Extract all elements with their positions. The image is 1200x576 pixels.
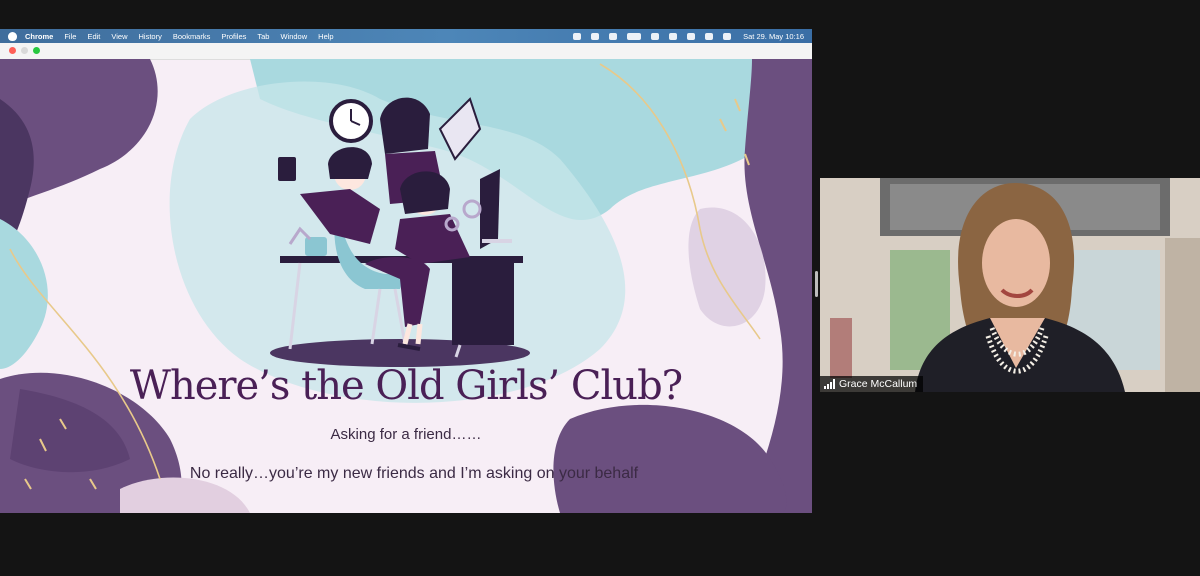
panel-resize-handle[interactable]: [815, 271, 818, 297]
participant-name: Grace McCallum: [839, 378, 918, 390]
close-window-icon[interactable]: [9, 47, 16, 54]
menu-window[interactable]: Window: [280, 32, 307, 41]
status-bird-icon[interactable]: [591, 32, 600, 40]
wifi-icon[interactable]: [651, 32, 660, 40]
menubar-clock[interactable]: Sat 29. May 10:16: [743, 32, 804, 41]
slide-background-art: [0, 59, 812, 513]
menubar-status-area: Sat 29. May 10:16: [563, 29, 804, 43]
menu-app-name[interactable]: Chrome: [25, 32, 53, 41]
menu-view[interactable]: View: [111, 32, 127, 41]
participant-video-tile[interactable]: Grace McCallum: [820, 178, 1200, 392]
presentation-slide: [0, 59, 812, 513]
menu-bookmarks[interactable]: Bookmarks: [173, 32, 211, 41]
user-icon[interactable]: [669, 32, 678, 40]
slide-title: Where’s the Old Girls’ Club?: [129, 363, 683, 409]
shared-screen: Chrome File Edit View History Bookmarks …: [0, 29, 812, 513]
menu-file[interactable]: File: [64, 32, 76, 41]
menu-help[interactable]: Help: [318, 32, 333, 41]
siri-icon[interactable]: [723, 32, 732, 40]
participant-video-feed: [820, 178, 1200, 392]
mac-menubar: Chrome File Edit View History Bookmarks …: [0, 29, 812, 43]
control-center-icon[interactable]: [705, 32, 714, 40]
battery-icon[interactable]: [627, 32, 642, 40]
menu-history[interactable]: History: [139, 32, 162, 41]
browser-titlebar: [0, 43, 812, 60]
status-app-icon[interactable]: [573, 32, 582, 40]
bluetooth-icon[interactable]: [609, 32, 618, 40]
apple-icon[interactable]: [8, 31, 17, 41]
minimize-window-icon[interactable]: [21, 47, 28, 54]
zoom-window-icon[interactable]: [33, 47, 40, 54]
search-icon[interactable]: [687, 32, 696, 40]
slide-body-text: No really…you’re my new friends and I’m …: [189, 465, 639, 482]
menu-profiles[interactable]: Profiles: [221, 32, 246, 41]
participant-name-tag: Grace McCallum: [820, 376, 924, 392]
signal-strength-icon: [824, 379, 835, 389]
slide-subtitle: Asking for a friend……: [330, 426, 482, 443]
menu-tab[interactable]: Tab: [257, 32, 269, 41]
menu-edit[interactable]: Edit: [87, 32, 100, 41]
